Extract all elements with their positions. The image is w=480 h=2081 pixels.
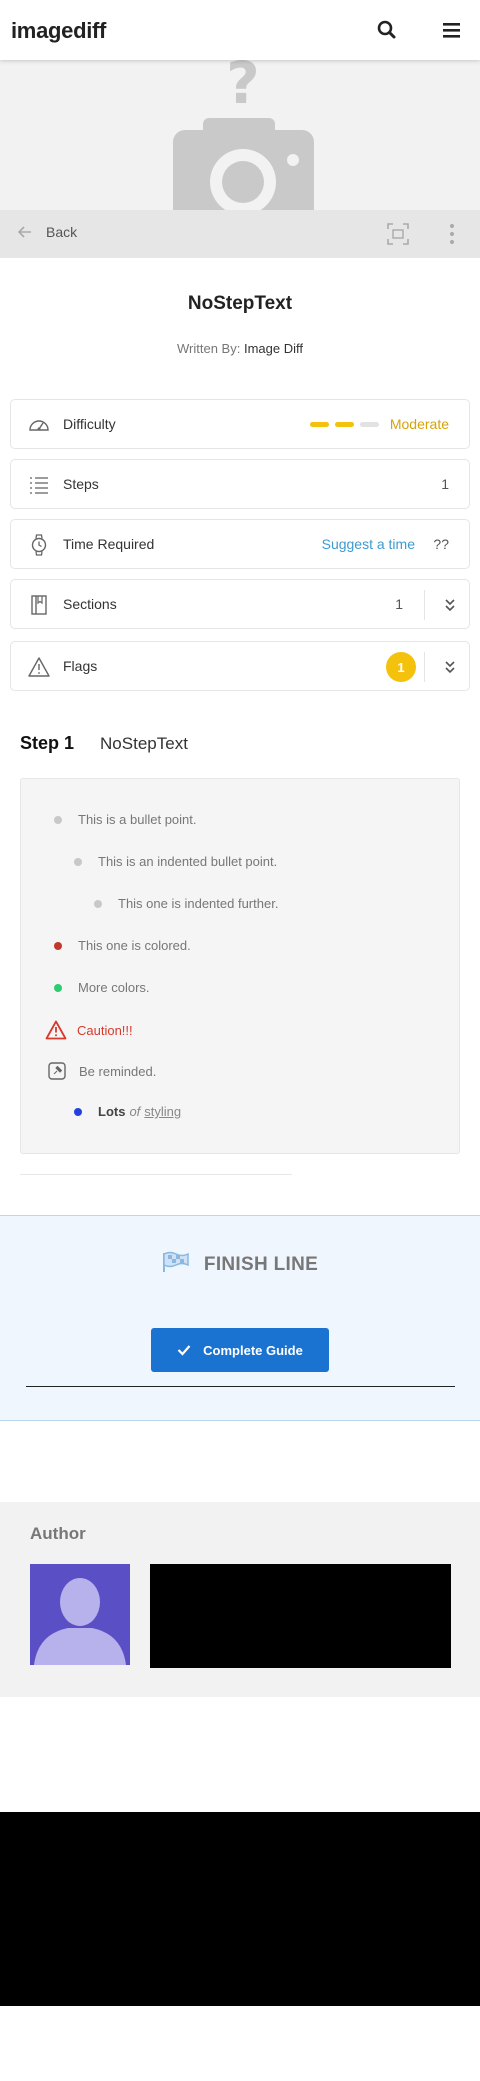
bullet-dot [94, 899, 102, 908]
author-details-block [150, 1564, 451, 1668]
written-by: Written By: Image Diff [0, 341, 480, 356]
caution-line: Caution!!! [45, 1020, 133, 1040]
divider [424, 652, 425, 682]
italic-text: of [129, 1104, 141, 1119]
speedometer-icon [28, 414, 50, 436]
avatar[interactable] [30, 1564, 130, 1665]
suggest-time-link[interactable]: Suggest a time [322, 536, 415, 552]
brand-logo[interactable]: imagediff [11, 18, 106, 44]
divider [26, 1386, 455, 1387]
camera-question-icon: ? [173, 60, 314, 210]
book-icon [28, 594, 50, 616]
difficulty-row: Difficulty Moderate [10, 399, 470, 449]
top-header: imagediff [0, 0, 480, 60]
bullet-text: This is a bullet point. [78, 812, 197, 827]
author-section: Author [0, 1502, 480, 1697]
reminder-line: Be reminded. [48, 1062, 156, 1080]
bullet-text: This one is indented further. [118, 896, 279, 911]
bullet-line: This one is colored. [54, 938, 191, 953]
bullet-line: This is an indented bullet point. [74, 854, 277, 869]
author-name-link[interactable]: Image Diff [244, 341, 303, 356]
bullet-text: This one is colored. [78, 938, 191, 953]
user-silhouette-icon [34, 1578, 126, 1665]
complete-guide-button[interactable]: Complete Guide [151, 1328, 329, 1372]
back-button[interactable]: Back [18, 224, 77, 240]
bullet-dot [54, 815, 62, 824]
author-heading: Author [30, 1524, 86, 1543]
arrow-left-icon [18, 226, 31, 238]
step-number[interactable]: Step 1 [20, 733, 74, 754]
hamburger-menu-icon[interactable] [440, 18, 464, 42]
list-icon [28, 474, 50, 496]
more-vertical-icon[interactable] [448, 222, 456, 251]
search-icon[interactable] [375, 18, 399, 42]
guide-toolbar: Back [0, 210, 480, 258]
difficulty-value: Moderate [389, 416, 449, 432]
checkered-flag-icon [162, 1251, 190, 1279]
bold-text: Lots [98, 1104, 126, 1119]
difficulty-label: Difficulty [63, 416, 116, 432]
sections-label: Sections [63, 596, 117, 612]
flags-count-badge: 1 [386, 652, 416, 682]
difficulty-bar-filled [310, 422, 329, 427]
step-heading: Step 1 NoStepText [20, 733, 188, 754]
step-title: NoStepText [100, 734, 188, 753]
steps-label: Steps [63, 476, 99, 492]
sections-count: 1 [395, 596, 403, 612]
caution-text: Caution!!! [77, 1022, 133, 1038]
steps-count: 1 [441, 476, 449, 492]
time-required-row: Time Required Suggest a time ?? [10, 519, 470, 569]
finish-line-title: FINISH LINE [203, 1254, 319, 1275]
divider [424, 590, 425, 620]
check-icon [177, 1345, 191, 1356]
bullet-dot-green [54, 983, 62, 992]
written-by-label: Written By: [177, 341, 241, 356]
complete-guide-label: Complete Guide [203, 1342, 303, 1358]
finish-line-section: FINISH LINE Complete Guide [0, 1215, 480, 1421]
difficulty-bar-filled [335, 422, 354, 427]
flags-label: Flags [63, 658, 98, 674]
bullet-line: More colors. [54, 980, 150, 995]
double-chevron-down-icon[interactable] [443, 659, 457, 680]
svg-text:?: ? [226, 60, 260, 117]
reminder-text: Be reminded. [79, 1063, 157, 1079]
styled-line: Lots of styling [74, 1104, 181, 1119]
double-chevron-down-icon[interactable] [443, 597, 457, 618]
time-required-value: ?? [433, 536, 449, 552]
underline-text: styling [144, 1104, 182, 1119]
bullet-text: More colors. [78, 980, 150, 995]
difficulty-meter [310, 422, 379, 427]
finish-line-heading: FINISH LINE [0, 1251, 480, 1279]
steps-row: Steps 1 [10, 459, 470, 509]
bullet-dot [74, 857, 82, 866]
divider [20, 1174, 292, 1175]
caution-icon [45, 1020, 67, 1040]
bullet-line: This one is indented further. [94, 896, 278, 911]
step-content: This is a bullet point. This is an inden… [20, 778, 460, 1154]
warning-triangle-icon [28, 656, 50, 678]
hero-image: ? [0, 60, 480, 210]
bullet-dot-red [54, 941, 62, 950]
difficulty-bar-empty [360, 422, 379, 427]
watch-icon [28, 534, 50, 556]
guide-title: NoStepText [187, 293, 293, 314]
bullet-dot-blue [74, 1107, 82, 1116]
bullet-line: This is a bullet point. [54, 812, 197, 827]
flags-row[interactable]: Flags 1 [10, 641, 470, 691]
time-required-label: Time Required [63, 536, 155, 552]
embedded-content-block [0, 1812, 480, 2006]
bullet-text: This is an indented bullet point. [98, 854, 278, 869]
pin-note-icon [48, 1062, 66, 1080]
fullscreen-icon[interactable] [386, 222, 410, 251]
sections-row[interactable]: Sections 1 [10, 579, 470, 629]
back-label: Back [46, 224, 78, 240]
